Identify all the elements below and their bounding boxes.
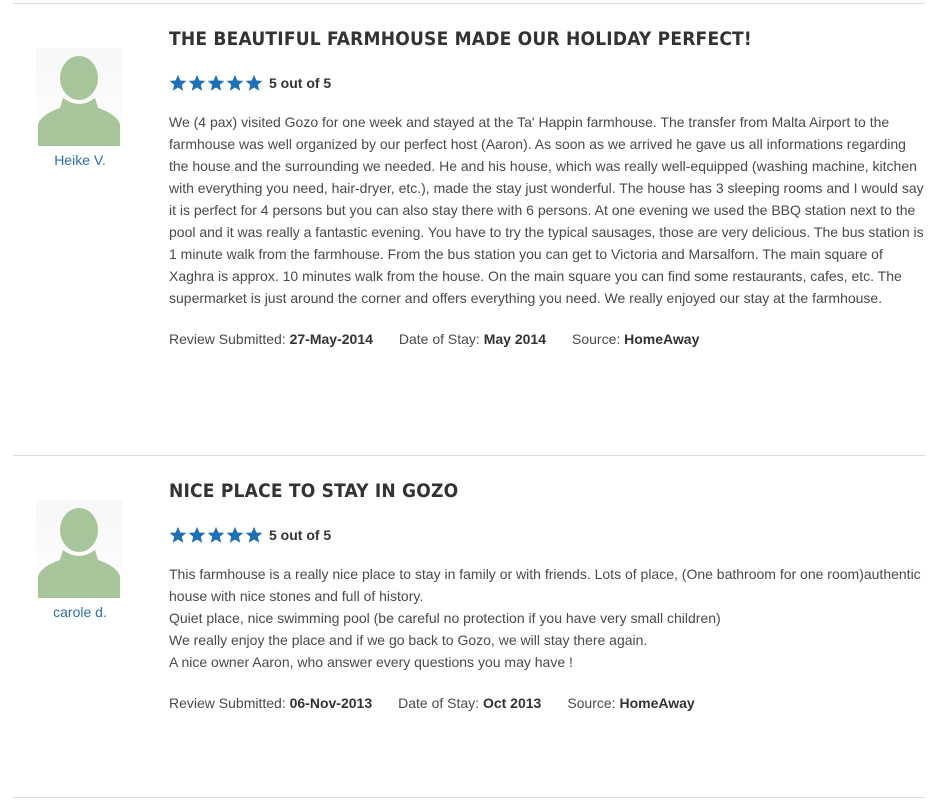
star-icon [188,526,206,543]
reviewer-block: Heike V. [36,48,124,168]
rating-row: 5 out of 5 [169,73,927,93]
star-rating [169,526,263,544]
review-content: THE BEAUTIFUL FARMHOUSE MADE OUR HOLIDAY… [169,27,927,347]
review-meta: Review Submitted: 27-May-2014 Date of St… [169,331,927,347]
review-title: NICE PLACE TO STAY IN GOZO [169,480,459,502]
star-icon [207,526,225,543]
user-silhouette-icon [36,500,122,598]
rating-row: 5 out of 5 [169,525,927,545]
reviewer-name-link[interactable]: Heike V. [36,152,124,168]
submitted-date: Review Submitted: 27-May-2014 [169,331,373,347]
star-icon [188,74,206,91]
stay-date: Date of Stay: May 2014 [398,331,546,347]
star-rating [169,74,263,92]
star-icon [169,74,187,91]
review-body: We (4 pax) visited Gozo for one week and… [169,111,927,309]
review-paragraph: We (4 pax) visited Gozo for one week and… [169,114,924,306]
review-body: This farmhouse is a really nice place to… [169,563,927,673]
review-paragraph: Quiet place, nice swimming pool (be care… [169,610,721,626]
user-silhouette-icon [36,48,122,146]
review-title: THE BEAUTIFUL FARMHOUSE MADE OUR HOLIDAY… [169,28,752,50]
divider-bottom [13,797,925,798]
review-paragraph: A nice owner Aaron, who answer every que… [169,654,573,670]
review-paragraph: We really enjoy the place and if we go b… [169,632,648,648]
review-source: Source: HomeAway [567,695,695,711]
reviewer-block: carole d. [36,500,124,620]
star-icon [169,526,187,543]
review-content: NICE PLACE TO STAY IN GOZO 5 out of 5 Th… [169,479,927,711]
divider-top [13,3,925,4]
rating-text: 5 out of 5 [269,527,332,543]
star-icon [245,74,263,91]
stay-date: Date of Stay: Oct 2013 [398,695,542,711]
submitted-date: Review Submitted: 06-Nov-2013 [169,695,373,711]
review-source: Source: HomeAway [572,331,700,347]
star-icon [226,526,244,543]
reviewer-name-link[interactable]: carole d. [36,604,124,620]
star-icon [226,74,244,91]
review-paragraph: This farmhouse is a really nice place to… [169,566,921,604]
review-meta: Review Submitted: 06-Nov-2013 Date of St… [169,695,927,711]
rating-text: 5 out of 5 [269,75,332,91]
divider-middle [13,455,925,456]
star-icon [245,526,263,543]
star-icon [207,74,225,91]
